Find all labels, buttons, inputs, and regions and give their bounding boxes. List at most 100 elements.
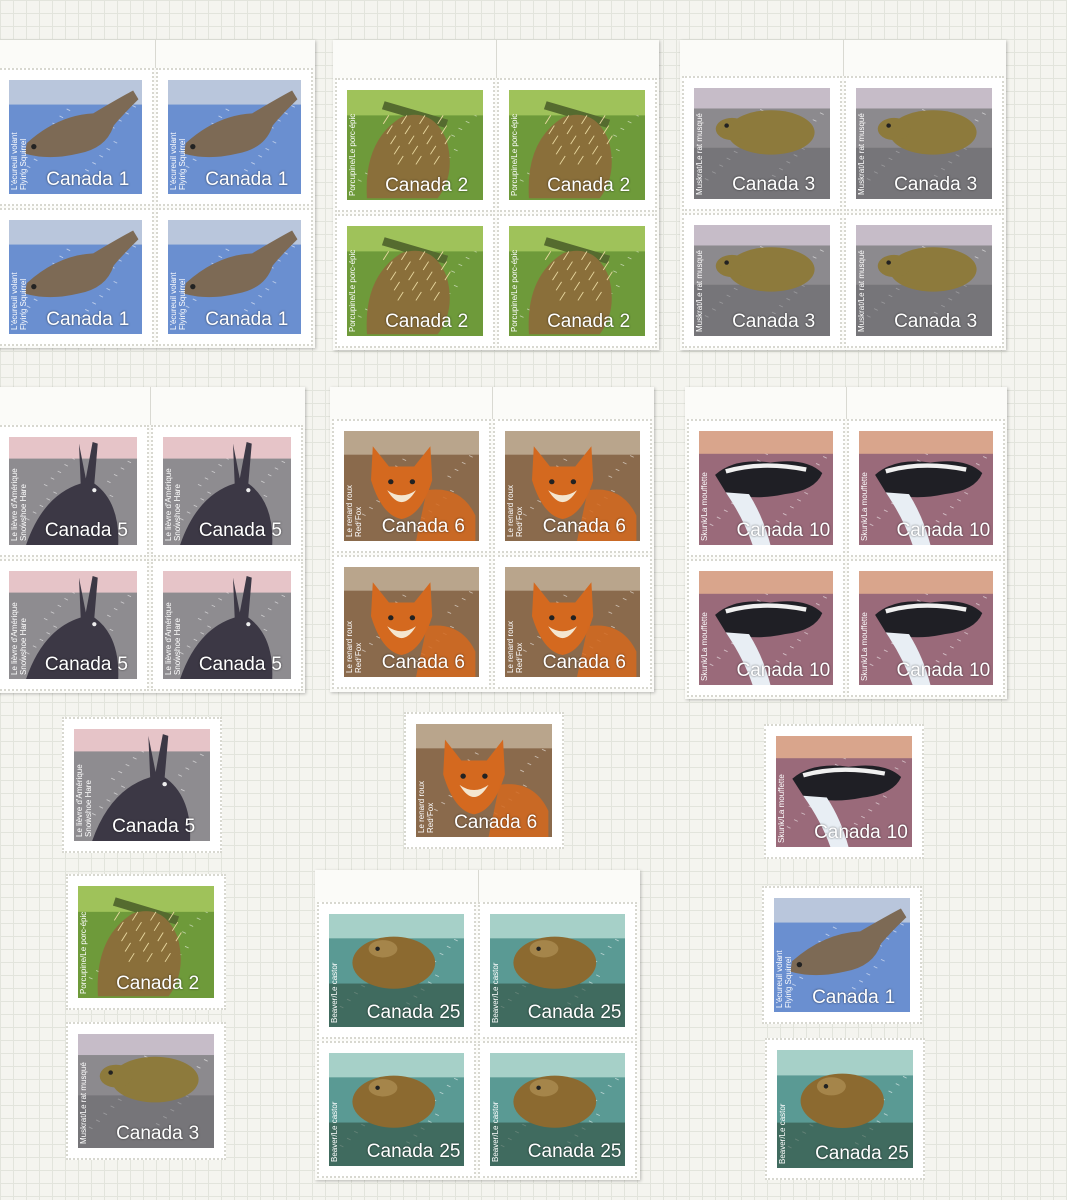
denomination: 1 [277,309,289,330]
stamp-hare[interactable]: Le lièvre d'Amérique Snowshoe Hare Canada 5 [151,425,303,557]
stamp-beaver[interactable]: Beaver/Le castor Canada 25 [478,902,637,1039]
stamp-porcupine[interactable]: Porcupine/Le porc-épic Canada 2 [335,214,495,348]
stamp-hare[interactable]: Le lièvre d'Amérique Snowshoe Hare Canada 5 [0,559,149,691]
skunk-illustration: Skunk/La mouffette Canada 10 [699,571,833,685]
stamp-skunk[interactable]: Skunk/La mouffette Canada 10 [687,419,845,557]
caption-line: Red Fox [354,642,363,673]
fox-illustration: Le renard roux Red Fox Canada 6 [416,724,552,837]
denomination: 10 [969,660,991,681]
stamp-squirrel[interactable]: L'écureuil volant Flying Squirrel Canada 1 [156,208,313,346]
stamp-skunk[interactable]: Skunk/La mouffette Canada 10 [847,419,1005,557]
country-name: Canada [381,652,449,673]
country-denomination: Canada 2 [116,973,199,995]
stamp-beaver[interactable]: Beaver/Le castor Canada 25 [317,902,476,1039]
stamp-block-beaver: Beaver/Le castor Canada 25 Beaver/Le casto… [315,870,640,1180]
sheet-margin-selvage [0,387,305,425]
stamp-hare[interactable]: Le lièvre d'Amérique Snowshoe Hare Canada 5 [62,717,222,853]
country-denomination: Canada 2 [547,175,630,197]
stamp-fox[interactable]: Le renard roux Red Fox Canada 6 [493,555,652,689]
stamp-muskrat[interactable]: Muskrat/Le rat musqué Canada 3 [682,76,842,211]
caption-line: Skunk/La mouffette [700,612,709,681]
species-caption: Skunk/La mouffette [860,472,869,541]
stamp-porcupine[interactable]: Porcupine/Le porc-épic Canada 2 [497,78,657,212]
country-name: Canada [547,311,614,332]
caption-line: Beaver/Le castor [491,1101,500,1162]
hare-illustration: Le lièvre d'Amérique Snowshoe Hare Canada 5 [9,571,137,679]
stamp-block-porcupine: Porcupine/Le porc-épic Canada 2 Porcupine/… [333,40,659,350]
muskrat-illustration: Muskrat/Le rat musqué Canada 3 [856,88,992,199]
denomination: 10 [809,660,831,681]
caption-line: Le lièvre d'Amérique [164,468,173,541]
stamp-muskrat[interactable]: Muskrat/Le rat musqué Canada 3 [66,1022,226,1160]
country-name: Canada [527,1141,595,1162]
perforation-line [150,387,151,425]
stamp-porcupine[interactable]: Porcupine/Le porc-épic Canada 2 [335,78,495,212]
stamp-block-squirrel: L'écureuil volant Flying Squirrel Canada 1 … [0,40,315,348]
country-name: Canada [205,309,272,330]
hare-illustration: Le lièvre d'Amérique Snowshoe Hare Canada 5 [163,437,291,545]
sheet-margin-selvage [315,870,640,902]
stamp-skunk[interactable]: Skunk/La mouffette Canada 10 [847,559,1005,697]
country-name: Canada [815,1143,882,1164]
country-name: Canada [116,1123,183,1144]
perforation-line [477,870,479,902]
denomination: 2 [188,973,200,994]
stamp-squirrel[interactable]: L'écureuil volant Flying Squirrel Canada 1 [762,886,922,1024]
stamp-porcupine[interactable]: Porcupine/Le porc-épic Canada 2 [66,874,226,1010]
country-denomination: Canada 25 [367,1141,461,1163]
country-name: Canada [732,311,799,332]
stamp-beaver[interactable]: Beaver/Le castor Canada 25 [478,1041,637,1178]
stamp-hare[interactable]: Le lièvre d'Amérique Snowshoe Hare Canada 5 [151,559,303,691]
caption-line: Skunk/La mouffette [860,612,869,681]
stamp-fox[interactable]: Le renard roux Red Fox Canada 6 [332,419,491,553]
stamp-porcupine[interactable]: Porcupine/Le porc-épic Canada 2 [497,214,657,348]
country-denomination: Canada 10 [814,822,908,844]
country-denomination: Canada 1 [205,169,288,191]
caption-line: Snowshoe Hare [173,618,182,675]
stamp-squirrel[interactable]: L'écureuil volant Flying Squirrel Canada 1 [156,68,313,206]
denomination: 3 [966,174,978,195]
denomination: 6 [526,812,538,833]
species-caption: L'écureuil volant Flying Squirrel [169,132,187,190]
country-denomination: Canada 5 [199,520,282,542]
beaver-illustration: Beaver/Le castor Canada 25 [329,914,464,1027]
porcupine-illustration: Porcupine/Le porc-épic Canada 2 [509,226,645,336]
species-caption: Skunk/La mouffette [777,774,786,843]
country-name: Canada [381,516,449,537]
stamp-fox[interactable]: Le renard roux Red Fox Canada 6 [332,555,491,689]
country-denomination: Canada 2 [547,311,630,333]
stamp-block-hare: Le lièvre d'Amérique Snowshoe Hare Canada 5… [0,387,305,693]
squirrel-illustration: L'écureuil volant Flying Squirrel Canada 1 [774,898,910,1012]
hare-illustration: Le lièvre d'Amérique Snowshoe Hare Canada 5 [74,729,210,841]
stamp-muskrat[interactable]: Muskrat/Le rat musqué Canada 3 [844,76,1004,211]
caption-line: Skunk/La mouffette [777,774,786,843]
country-denomination: Canada 1 [46,169,129,191]
country-name: Canada [46,169,113,190]
stamp-squirrel[interactable]: L'écureuil volant Flying Squirrel Canada 1 [0,208,154,346]
denomination: 6 [454,516,465,537]
species-caption: Le renard roux Red Fox [506,621,524,673]
muskrat-illustration: Muskrat/Le rat musqué Canada 3 [78,1034,214,1148]
denomination: 25 [600,1141,622,1162]
country-denomination: Canada 25 [367,1002,461,1024]
country-denomination: Canada 2 [385,175,468,197]
stamp-skunk[interactable]: Skunk/La mouffette Canada 10 [687,559,845,697]
country-denomination: Canada 3 [894,174,977,196]
stamp-fox[interactable]: Le renard roux Red Fox Canada 6 [404,712,564,849]
squirrel-illustration: L'écureuil volant Flying Squirrel Canada 1 [9,80,142,194]
stamp-hare[interactable]: Le lièvre d'Amérique Snowshoe Hare Canada 5 [0,425,149,557]
stamp-muskrat[interactable]: Muskrat/Le rat musqué Canada 3 [844,213,1004,348]
country-denomination: Canada 1 [46,309,129,331]
stamp-beaver[interactable]: Beaver/Le castor Canada 25 [317,1041,476,1178]
stamp-muskrat[interactable]: Muskrat/Le rat musqué Canada 3 [682,213,842,348]
stamp-beaver[interactable]: Beaver/Le castor Canada 25 [765,1038,925,1180]
stamp-squirrel[interactable]: L'écureuil volant Flying Squirrel Canada 1 [0,68,154,206]
species-caption: Le lièvre d'Amérique Snowshoe Hare [10,468,28,541]
skunk-illustration: Skunk/La mouffette Canada 10 [859,431,993,545]
denomination: 6 [454,652,465,673]
stamp-skunk[interactable]: Skunk/La mouffette Canada 10 [764,724,924,859]
stamp-fox[interactable]: Le renard roux Red Fox Canada 6 [493,419,652,553]
caption-line: Flying Squirrel [19,138,28,190]
caption-line: Muskrat/Le rat musqué [857,113,866,195]
stamp-block-muskrat: Muskrat/Le rat musqué Canada 3 Muskrat/Le … [680,40,1006,350]
